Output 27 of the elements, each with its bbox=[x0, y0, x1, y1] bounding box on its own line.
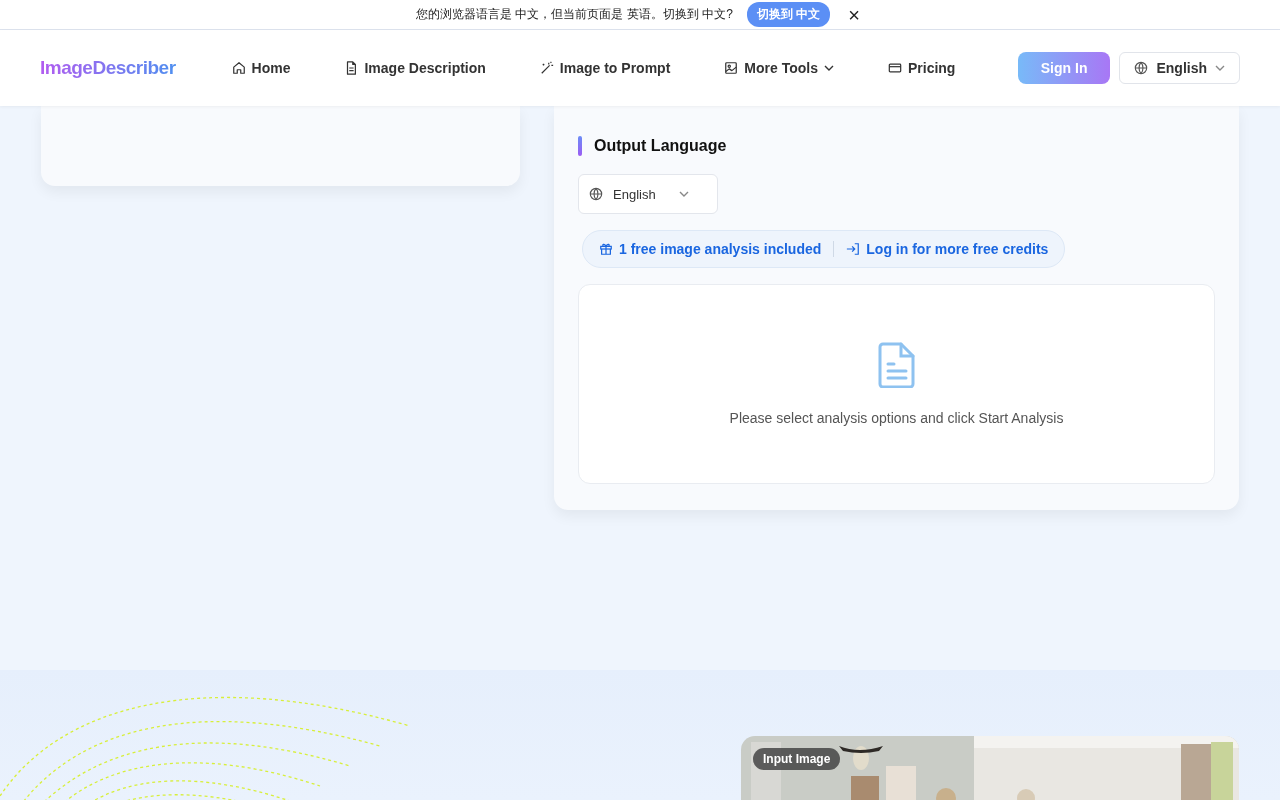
nav-link[interactable]: More Tools bbox=[724, 60, 834, 76]
credit-card-icon bbox=[887, 61, 902, 75]
nav-link[interactable]: Image to Prompt bbox=[539, 60, 671, 76]
nav-link[interactable]: Pricing bbox=[887, 60, 956, 76]
language-select[interactable]: English bbox=[578, 174, 718, 214]
nav-link[interactable]: Home bbox=[231, 60, 291, 76]
document-icon bbox=[344, 61, 359, 75]
globe-icon bbox=[589, 187, 603, 201]
login-link[interactable]: Log in for more free credits bbox=[846, 241, 1049, 257]
close-button[interactable]: × bbox=[844, 4, 864, 25]
home-icon bbox=[231, 61, 246, 75]
image-icon bbox=[724, 61, 739, 75]
image-label: Input Image bbox=[753, 748, 841, 770]
document-icon bbox=[876, 342, 917, 388]
empty-state-message: Please select analysis options and click Start Analysis bbox=[729, 410, 1064, 426]
language-select[interactable]: English bbox=[1119, 52, 1240, 84]
banner-message: 您的浏览器语言是 中文，但当前页面是 英语。切换到 中文? bbox=[416, 6, 733, 23]
free-credit-text: 1 free image analysis included bbox=[599, 241, 822, 257]
caret-icon bbox=[1215, 65, 1225, 71]
gift-icon bbox=[599, 242, 613, 256]
login-icon bbox=[846, 242, 861, 256]
caret-icon bbox=[679, 191, 689, 197]
magic-wand-icon bbox=[539, 61, 554, 75]
nav-link[interactable]: Image Description bbox=[344, 60, 486, 76]
section-title: Output Language bbox=[594, 137, 727, 155]
accent-bar bbox=[578, 136, 582, 156]
globe-icon bbox=[1134, 61, 1149, 75]
